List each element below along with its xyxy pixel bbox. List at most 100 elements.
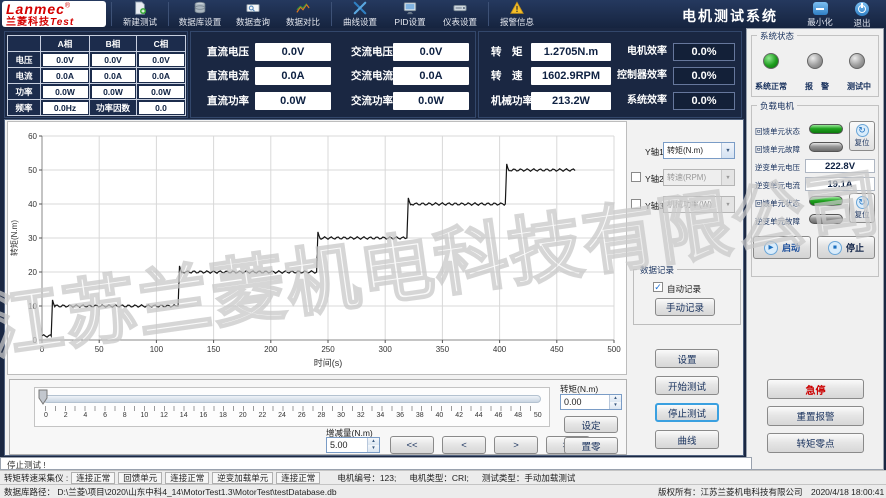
- slider-tick: 50: [533, 412, 543, 419]
- svg-text:450: 450: [550, 345, 564, 354]
- ac-current-value: 0.0A: [393, 67, 469, 85]
- slider-minor-ticks: [45, 406, 539, 411]
- current-c: 0.0A: [139, 70, 184, 82]
- curve-button[interactable]: 曲线: [655, 430, 719, 449]
- torque-zero-button[interactable]: 转矩零点: [767, 433, 864, 453]
- feedback-status-label: 回馈单元状态: [755, 126, 800, 137]
- meter-settings-button[interactable]: 仪表设置: [435, 1, 485, 28]
- sidebar: 系统状态 系统正常 报 警 测试中 负载电机 回馈单元状态 ↻ 复位 回馈单元故…: [746, 28, 884, 470]
- zero-button[interactable]: 置零: [564, 437, 618, 454]
- torque-spinner[interactable]: 0.00 ▲▼: [560, 394, 622, 410]
- pid-settings-button[interactable]: PID设置: [385, 1, 435, 28]
- toolbar: Lanmec® 兰菱科技Test 新建测试 数据库设置 数据查询 数据对比 曲线…: [0, 0, 886, 28]
- data-compare-icon: [296, 1, 310, 15]
- chevron-down-icon: ▼: [721, 197, 734, 212]
- spin-up-icon[interactable]: ▲: [610, 395, 621, 402]
- chart-svg: 0501001502002503003504004505000102030405…: [8, 122, 624, 372]
- curve-settings-icon: [353, 1, 367, 15]
- dc-current-label: 直流电流: [207, 67, 249, 85]
- svg-text:转矩(N.m): 转矩(N.m): [9, 220, 19, 256]
- system-status-title: 系统状态: [757, 30, 797, 42]
- reset-alarm-button[interactable]: 重置报警: [767, 406, 864, 426]
- spin-down-icon[interactable]: ▼: [368, 445, 379, 452]
- yaxis1-select[interactable]: 转矩(N.m)▼: [663, 142, 735, 159]
- yaxis3-select[interactable]: 机械功率(W)▼: [663, 196, 735, 213]
- step-forward-button[interactable]: >: [494, 436, 538, 454]
- slider-tick: 30: [336, 412, 346, 419]
- start-button[interactable]: ▶ 启动: [753, 236, 811, 259]
- data-query-icon: [246, 1, 260, 15]
- exit-button[interactable]: 退出: [842, 2, 882, 29]
- torque-slider-track[interactable]: [43, 395, 541, 403]
- stop-test-button[interactable]: 停止测试: [655, 403, 719, 422]
- speed-value: 1602.9RPM: [531, 67, 611, 85]
- yaxis2-checkbox[interactable]: [631, 172, 641, 182]
- svg-text:400: 400: [493, 345, 507, 354]
- system-normal-label: 系统正常: [755, 81, 787, 92]
- ac-power-value: 0.0W: [393, 92, 469, 110]
- start-test-button[interactable]: 开始测试: [655, 376, 719, 395]
- new-test-button[interactable]: 新建测试: [115, 1, 165, 28]
- logo-name: Lanmec: [6, 1, 65, 17]
- play-icon: ▶: [764, 241, 778, 255]
- slider-tick: 48: [513, 412, 523, 419]
- pf-value: 0.0: [139, 102, 184, 114]
- spin-down-icon[interactable]: ▼: [610, 402, 621, 409]
- inverter-reset-button[interactable]: ↻ 复位: [849, 193, 875, 223]
- spin-up-icon[interactable]: ▲: [368, 438, 379, 445]
- power-b: 0.0W: [92, 86, 135, 98]
- minimize-button[interactable]: 最小化: [800, 2, 840, 28]
- step-back-button[interactable]: <: [442, 436, 486, 454]
- system-normal-led: [763, 53, 779, 69]
- slider-tick: 44: [474, 412, 484, 419]
- data-query-button[interactable]: 数据查询: [228, 1, 278, 28]
- ac-voltage-label: 交流电压: [351, 43, 393, 61]
- pid-settings-icon: [403, 1, 417, 15]
- set-button[interactable]: 设定: [564, 416, 618, 433]
- database-settings-button[interactable]: 数据库设置: [172, 1, 228, 28]
- slider-tick: 14: [179, 412, 189, 419]
- phase-a-header: A相: [41, 36, 89, 51]
- alarm-info-button[interactable]: 报警信息: [492, 1, 542, 28]
- curve-settings-button[interactable]: 曲线设置: [335, 1, 385, 28]
- manual-record-button[interactable]: 手动记录: [655, 298, 715, 316]
- phase-c-header: C相: [137, 36, 185, 51]
- svg-text:250: 250: [321, 345, 335, 354]
- dcac-panel: 直流电压 0.0V 直流电流 0.0A 直流功率 0.0W 交流电压 0.0V …: [190, 31, 476, 118]
- motor-eff-value: 0.0%: [673, 43, 735, 61]
- svg-text:500: 500: [607, 345, 621, 354]
- power-a: 0.0W: [43, 86, 88, 98]
- yaxis2-select[interactable]: 转速(RPM)▼: [663, 169, 735, 186]
- torque-slider-handle[interactable]: [38, 389, 49, 405]
- stop-button[interactable]: ■ 停止: [817, 236, 875, 259]
- feedback-reset-button[interactable]: ↻ 复位: [849, 121, 875, 151]
- voltage-b: 0.0V: [92, 54, 135, 66]
- torque-value: 1.2705N.m: [531, 43, 611, 61]
- dc-current-value: 0.0A: [255, 67, 331, 85]
- slider-tick: 32: [356, 412, 366, 419]
- connection-status-bar: 转矩转速采集仪 : 连接正常 回馈单元 连接正常 逆变加载单元 连接正常 电机编…: [0, 470, 886, 484]
- step-back-fast-button[interactable]: <<: [390, 436, 434, 454]
- inverter-fault-label: 逆变单元故障: [755, 216, 800, 227]
- slider-tick: 28: [316, 412, 326, 419]
- data-compare-button[interactable]: 数据对比: [278, 1, 328, 28]
- feedback-status2-label: 回馈单元状态: [755, 198, 800, 209]
- yaxis2-label: Y轴2: [645, 173, 664, 185]
- mech-power-value: 213.2W: [531, 92, 611, 110]
- settings-button[interactable]: 设置: [655, 349, 719, 368]
- speed-label: 转 速: [491, 67, 523, 85]
- power-c: 0.0W: [139, 86, 184, 98]
- chevron-down-icon: ▼: [721, 143, 734, 158]
- new-test-icon: [133, 1, 147, 15]
- freq-label: 频率: [8, 100, 40, 115]
- slider-tick: 12: [159, 412, 169, 419]
- feedback-status-bar: [809, 124, 843, 134]
- auto-record-checkbox[interactable]: ✓: [653, 282, 663, 292]
- slider-tick: 4: [80, 412, 90, 419]
- svg-text:300: 300: [379, 345, 393, 354]
- emergency-stop-button[interactable]: 急停: [767, 379, 864, 399]
- reset-arrows-icon: ↻: [856, 196, 869, 209]
- step-spinner[interactable]: 5.00 ▲▼: [326, 437, 380, 453]
- yaxis3-checkbox[interactable]: [631, 199, 641, 209]
- main-content: 0501001502002503003504004505000102030405…: [4, 119, 744, 456]
